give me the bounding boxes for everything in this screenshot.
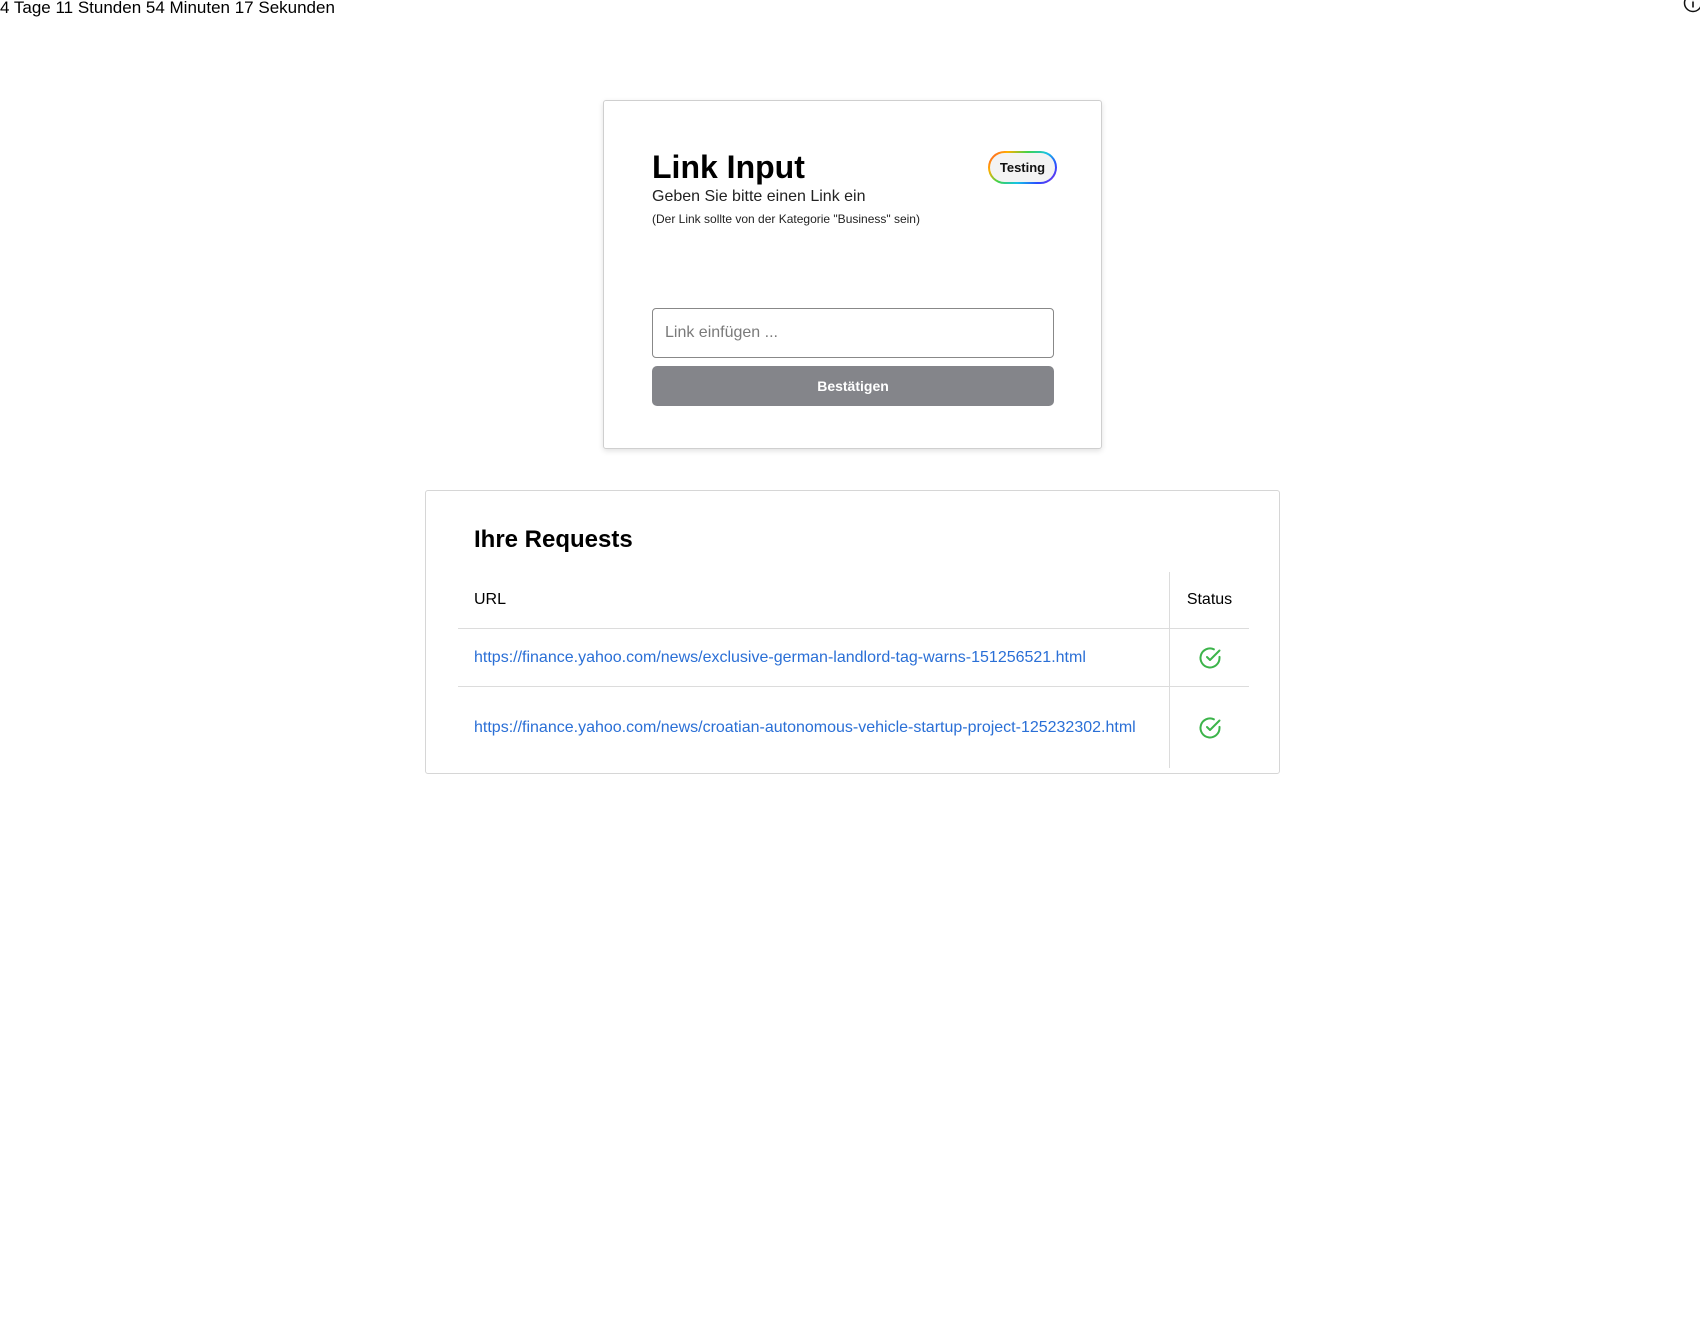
check-circle-icon (1199, 717, 1220, 738)
table-row: https://finance.yahoo.com/news/croatian-… (458, 686, 1249, 769)
request-url-link[interactable]: https://finance.yahoo.com/news/exclusive… (474, 649, 1086, 666)
column-header-status: Status (1169, 572, 1249, 629)
card-subtitle: Geben Sie bitte einen Link ein (652, 188, 866, 205)
status-cell (1169, 686, 1249, 768)
link-input-card: Link Input Geben Sie bitte einen Link ei… (603, 100, 1102, 449)
request-url-link[interactable]: https://finance.yahoo.com/news/croatian-… (474, 719, 1136, 736)
info-icon[interactable] (1683, 0, 1700, 13)
testing-badge-label: Testing (990, 153, 1055, 182)
confirm-button[interactable]: Bestätigen (652, 366, 1054, 406)
link-input-field[interactable] (652, 308, 1054, 358)
requests-title: Ihre Requests (474, 526, 633, 553)
testing-badge: Testing (988, 151, 1057, 184)
requests-card: Ihre Requests URL Status https://finance… (425, 490, 1280, 774)
requests-table: URL Status https://finance.yahoo.com/new… (458, 572, 1249, 768)
check-circle-icon (1199, 647, 1220, 668)
page-title: Link Input (652, 149, 805, 185)
countdown-timer: 4 Tage 11 Stunden 54 Minuten 17 Sekunden (0, 0, 335, 17)
table-header-row: URL Status (458, 572, 1249, 629)
column-header-url: URL (458, 572, 1170, 629)
url-cell: https://finance.yahoo.com/news/croatian-… (458, 687, 1170, 769)
category-note: (Der Link sollte von der Kategorie "Busi… (652, 212, 920, 226)
status-cell (1169, 628, 1249, 687)
table-row: https://finance.yahoo.com/news/exclusive… (458, 628, 1249, 687)
url-cell: https://finance.yahoo.com/news/exclusive… (458, 628, 1170, 687)
